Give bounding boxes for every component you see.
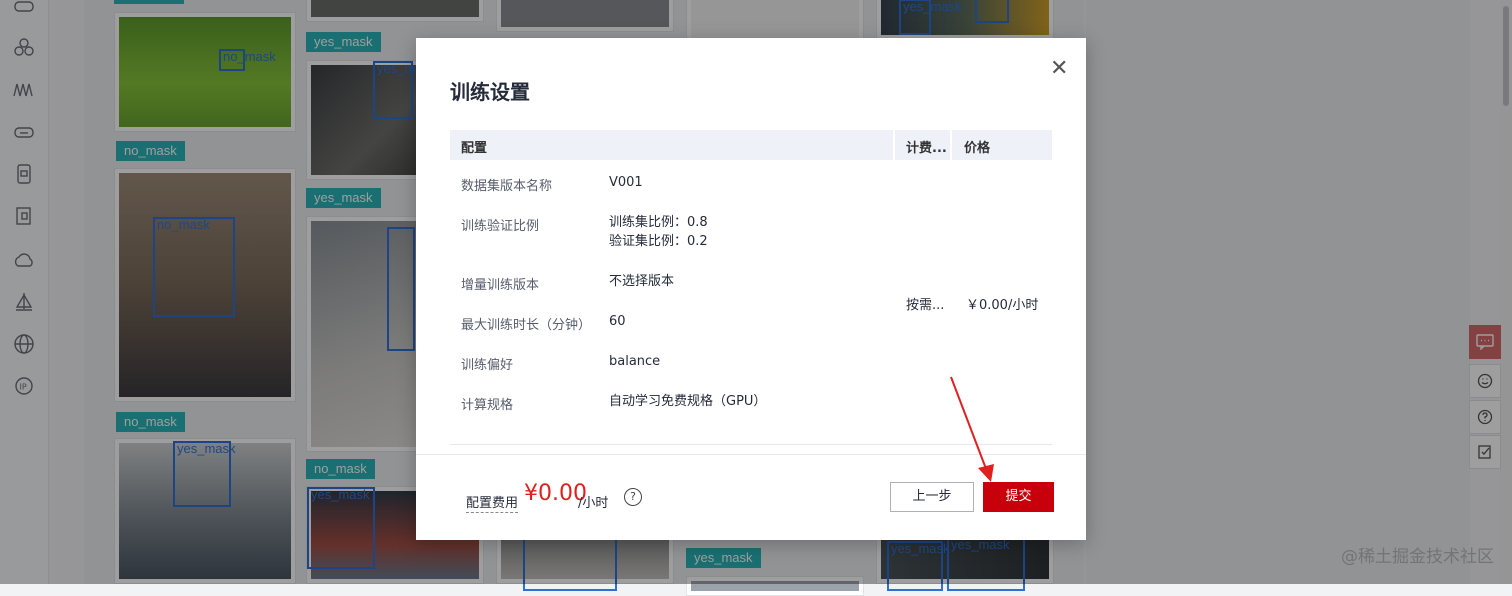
- row-label: 最大训练时长（分钟）: [461, 318, 592, 333]
- table-header: 配置 计费... 价格: [450, 130, 1052, 160]
- row-label: 数据集版本名称: [461, 179, 553, 194]
- row-value: 自动学习免费规格（GPU）: [609, 394, 767, 409]
- row-value: balance: [609, 354, 661, 369]
- row-label: 训练偏好: [461, 358, 514, 373]
- help-icon[interactable]: ?: [624, 488, 642, 506]
- col-divider: [893, 130, 895, 160]
- close-icon[interactable]: ✕: [1050, 56, 1068, 81]
- fee-unit: /小时: [578, 496, 609, 511]
- row-label: 增量训练版本: [461, 278, 540, 293]
- fee-label[interactable]: 配置费用: [466, 492, 519, 513]
- row-value: 训练集比例：0.8: [609, 215, 708, 230]
- col-header-billing: 计费...: [906, 141, 947, 156]
- col-header-price: 价格: [964, 141, 991, 156]
- row-label: 计算规格: [461, 398, 514, 413]
- footer-divider: [416, 454, 1086, 455]
- row-label: 训练验证比例: [461, 219, 540, 234]
- row-value: 60: [609, 314, 626, 329]
- billing-mode: 按需...: [906, 298, 945, 313]
- previous-step-button[interactable]: 上一步: [890, 482, 974, 512]
- row-value: V001: [609, 175, 643, 190]
- training-settings-dialog: 训练设置 ✕ 配置 计费... 价格 数据集版本名称 V001 训练验证比例 训…: [416, 38, 1086, 540]
- price-value: ￥0.00/小时: [966, 298, 1039, 313]
- col-divider: [950, 130, 952, 160]
- row-value: 不选择版本: [609, 274, 675, 289]
- row-value: 验证集比例：0.2: [609, 234, 708, 249]
- submit-button[interactable]: 提交: [983, 482, 1054, 512]
- col-header-config: 配置: [461, 141, 488, 156]
- table-bottom-border: [450, 444, 1052, 445]
- dialog-title: 训练设置: [450, 80, 530, 104]
